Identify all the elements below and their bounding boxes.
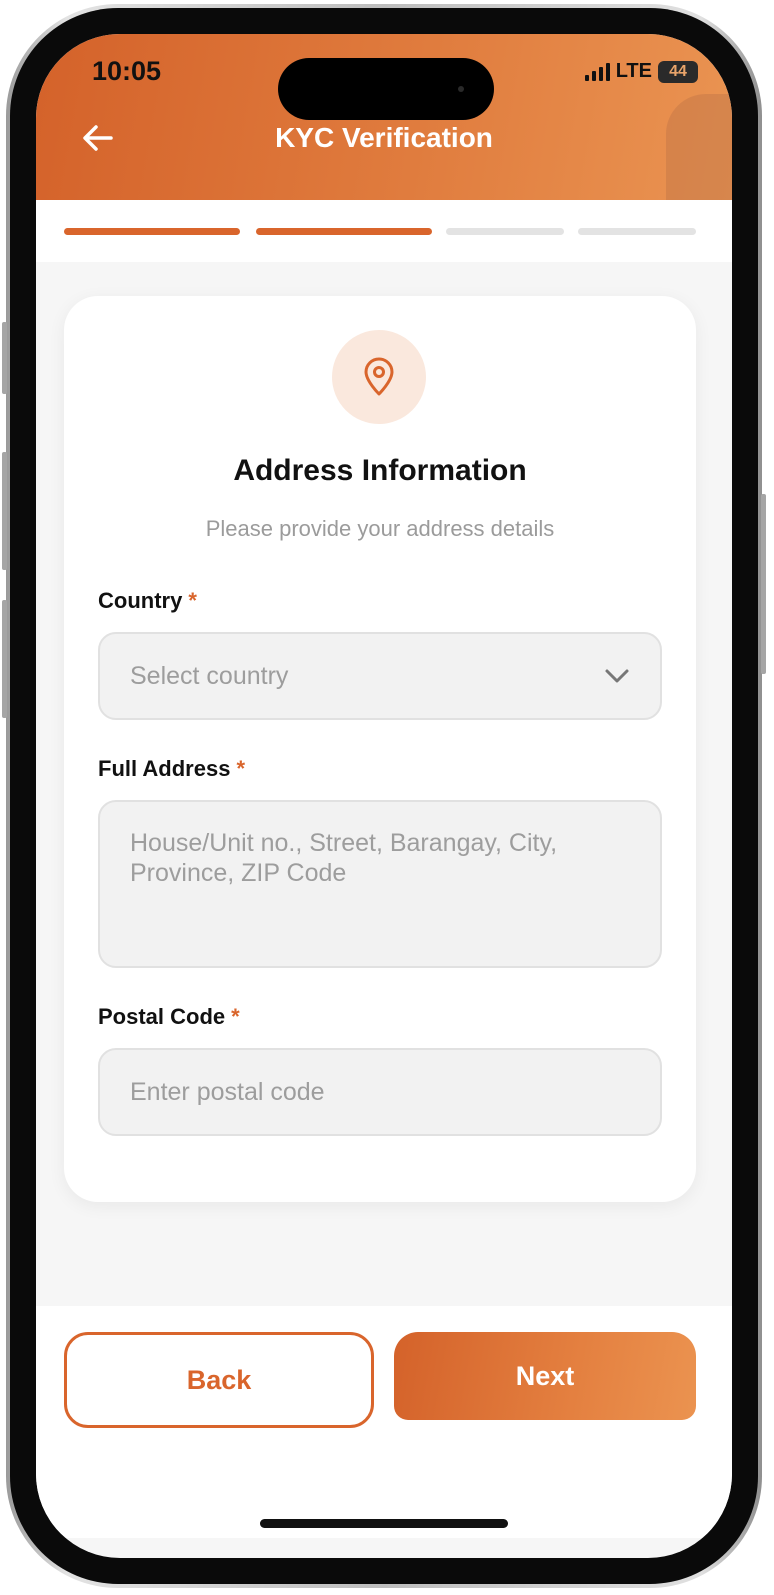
dynamic-island	[278, 58, 494, 120]
country-select[interactable]: Select country	[98, 632, 662, 720]
step-progress	[36, 200, 732, 262]
progress-step-3	[446, 228, 564, 235]
bottom-action-bar: Back Next	[36, 1306, 732, 1538]
location-icon-badge	[332, 330, 426, 424]
signal-icon	[584, 62, 610, 81]
home-indicator[interactable]	[260, 1519, 508, 1528]
required-mark: *	[188, 588, 197, 613]
power-button	[761, 494, 766, 674]
country-label: Country *	[98, 588, 197, 614]
screen: 10:05 LTE 44 KYC Verification Address In…	[36, 34, 732, 1558]
section-subtitle: Please provide your address details	[205, 516, 555, 541]
battery-level: 44	[669, 62, 687, 80]
header-bar: 10:05 LTE 44 KYC Verification	[36, 34, 732, 200]
volume-down-button	[2, 600, 7, 718]
chevron-down-icon	[605, 669, 629, 683]
phone-frame: 10:05 LTE 44 KYC Verification Address In…	[2, 4, 766, 1588]
postal-code-label-text: Postal Code	[98, 1004, 226, 1029]
section-title: Address Information	[233, 454, 527, 487]
battery-icon: 44	[658, 60, 698, 83]
bezel: 10:05 LTE 44 KYC Verification Address In…	[10, 8, 758, 1584]
progress-step-2	[256, 228, 432, 235]
country-placeholder: Select country	[130, 661, 289, 690]
postal-code-input[interactable]: Enter postal code	[98, 1048, 662, 1136]
postal-code-placeholder: Enter postal code	[130, 1077, 325, 1106]
full-address-textarea[interactable]: House/Unit no., Street, Barangay, City, …	[98, 800, 662, 968]
silent-switch	[2, 322, 7, 394]
full-address-placeholder: House/Unit no., Street, Barangay, City, …	[130, 829, 558, 887]
address-card: Address Information Please provide your …	[64, 296, 696, 1202]
required-mark: *	[231, 1004, 240, 1029]
full-address-label-text: Full Address	[98, 756, 231, 781]
next-button[interactable]: Next	[394, 1332, 696, 1420]
postal-code-label: Postal Code *	[98, 1004, 240, 1030]
status-indicators: LTE 44	[584, 60, 698, 83]
network-label: LTE	[615, 60, 652, 82]
country-label-text: Country	[98, 588, 183, 613]
progress-step-4	[578, 228, 696, 235]
progress-step-1	[64, 228, 240, 235]
full-address-label: Full Address *	[98, 756, 245, 782]
location-pin-icon	[364, 357, 394, 396]
back-button[interactable]: Back	[64, 1332, 374, 1428]
volume-up-button	[2, 452, 7, 570]
required-mark: *	[236, 756, 245, 781]
status-time: 10:05	[92, 56, 162, 86]
page-title: KYC Verification	[275, 122, 493, 153]
